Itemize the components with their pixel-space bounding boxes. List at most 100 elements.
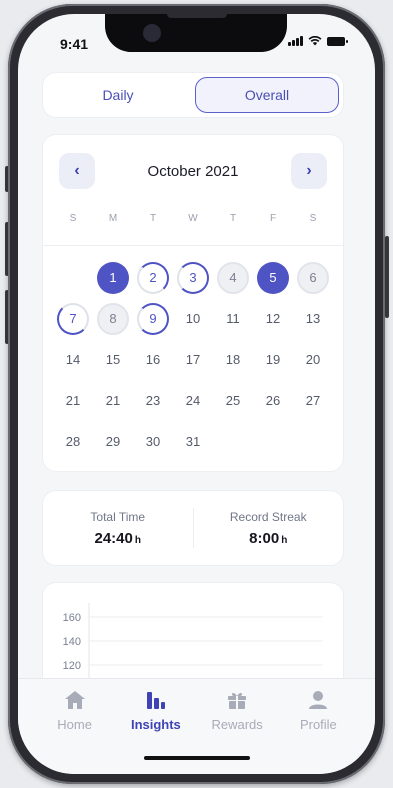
day-number: 5 [257, 261, 289, 294]
stats-card: Total Time 24:40 h Record Streak 8:00 h [42, 490, 344, 566]
day-number: 10 [185, 311, 201, 326]
calendar-divider [43, 245, 343, 246]
day-number: 21 [65, 393, 81, 408]
calendar-card: ‹ October 2021 › SMTWTFS 1 2 3 4 5 6 7 8 9 10 11 12… [42, 134, 344, 472]
day-cell[interactable]: 21 [53, 384, 93, 417]
day-number: 21 [105, 393, 121, 408]
tab-daily[interactable]: Daily [47, 77, 189, 113]
weekday-label: S [69, 213, 77, 224]
front-camera [143, 24, 161, 42]
battery-icon [327, 36, 348, 46]
view-toggle: Daily Overall [42, 72, 344, 118]
chevron-left-icon: ‹ [74, 162, 80, 179]
day-cell[interactable]: 4 [213, 261, 253, 294]
weekday-label: M [108, 213, 118, 224]
tab-overall[interactable]: Overall [195, 77, 339, 113]
tab-profile[interactable]: Profile [278, 689, 359, 774]
day-cell[interactable]: 18 [213, 343, 253, 376]
day-number: 19 [265, 352, 281, 367]
day-number: 6 [297, 261, 329, 294]
day-number: 7 [57, 302, 89, 335]
record-streak-label: Record Streak [229, 509, 307, 524]
day-number: 9 [137, 302, 169, 335]
day-number: 31 [185, 434, 201, 449]
day-cell[interactable]: 21 [93, 384, 133, 417]
weekday-label: W [188, 213, 198, 224]
next-month-button[interactable]: › [291, 153, 327, 189]
day-cell[interactable]: 16 [133, 343, 173, 376]
chart-y-tick-label: 160 [63, 612, 81, 624]
day-cell[interactable]: 30 [133, 425, 173, 458]
tab-label: Insights [130, 717, 181, 732]
day-cell[interactable]: 23 [133, 384, 173, 417]
profile-icon [306, 689, 330, 711]
notch [105, 14, 287, 52]
tab-label: Rewards [211, 717, 263, 732]
chart-y-tick-label: 120 [63, 660, 81, 672]
total-time-value: 24:40 h [43, 530, 193, 547]
day-cell[interactable]: 29 [93, 425, 133, 458]
day-number: 1 [97, 261, 129, 294]
day-cell[interactable]: 24 [173, 384, 213, 417]
day-cell[interactable]: 12 [253, 302, 293, 335]
tab-insights[interactable]: Insights [115, 689, 196, 774]
weekday-label: T [149, 213, 157, 224]
day-cell[interactable]: 3 [173, 261, 213, 294]
status-time: 9:41 [60, 36, 89, 52]
empty-day-cell [53, 261, 93, 294]
day-cell[interactable]: 6 [293, 261, 333, 294]
home-indicator [144, 756, 250, 760]
day-cell[interactable]: 28 [53, 425, 93, 458]
phone-frame: 9:41 Daily Overall ‹ October 2021 › S M T W… [8, 4, 385, 784]
total-time-stat: Total Time 24:40 h [43, 510, 193, 547]
record-streak-stat: Record Streak 8:00 h [194, 510, 344, 547]
day-number: 16 [145, 352, 161, 367]
gift-icon [225, 689, 249, 711]
tab-label: Profile [299, 717, 337, 732]
day-number: 30 [145, 434, 161, 449]
day-cell[interactable]: 14 [53, 343, 93, 376]
day-number: 29 [105, 434, 121, 449]
day-cell[interactable]: 25 [213, 384, 253, 417]
chart-y-tick-label: 140 [63, 636, 81, 648]
day-cell[interactable]: 9 [133, 302, 173, 335]
day-number: 27 [305, 393, 321, 408]
day-cell[interactable]: 27 [293, 384, 333, 417]
day-cell[interactable]: 19 [253, 343, 293, 376]
day-cell[interactable]: 1 [93, 261, 133, 294]
day-cell[interactable]: 31 [173, 425, 213, 458]
total-time-unit: h [134, 534, 141, 546]
day-number: 14 [65, 352, 81, 367]
day-number: 15 [105, 352, 121, 367]
day-number: 12 [265, 311, 281, 326]
record-streak-number: 8:00 [249, 529, 280, 547]
day-cell[interactable]: 15 [93, 343, 133, 376]
wifi-icon [308, 36, 322, 46]
day-cell[interactable]: 17 [173, 343, 213, 376]
day-cell[interactable]: 13 [293, 302, 333, 335]
day-number: 28 [65, 434, 81, 449]
day-number: 17 [185, 352, 201, 367]
record-streak-value: 8:00 h [194, 530, 344, 547]
tab-rewards[interactable]: Rewards [197, 689, 278, 774]
weekday-header: SMTWTFS [53, 213, 333, 224]
status-icons [288, 36, 348, 46]
day-cell[interactable]: 20 [293, 343, 333, 376]
day-number: 8 [97, 302, 129, 335]
day-cell[interactable]: 2 [133, 261, 173, 294]
day-number: 4 [217, 261, 249, 294]
prev-month-button[interactable]: ‹ [59, 153, 95, 189]
tab-home[interactable]: Home [34, 689, 115, 774]
total-time-label: Total Time [90, 509, 146, 524]
day-cell[interactable]: 5 [253, 261, 293, 294]
day-cell[interactable]: 7 [53, 302, 93, 335]
power-button [385, 236, 389, 318]
phone-screen: 9:41 Daily Overall ‹ October 2021 › S M T W… [18, 14, 375, 774]
day-number: 23 [145, 393, 161, 408]
day-cell[interactable]: 10 [173, 302, 213, 335]
day-cell[interactable]: 11 [213, 302, 253, 335]
record-streak-unit: h [281, 534, 288, 546]
day-cell[interactable]: 26 [253, 384, 293, 417]
day-cell[interactable]: 8 [93, 302, 133, 335]
day-grid: 1 2 3 4 5 6 7 8 9 10 11 12 13 14 15 16 17 18 19 20 21 21 23 24 2… [53, 261, 333, 458]
